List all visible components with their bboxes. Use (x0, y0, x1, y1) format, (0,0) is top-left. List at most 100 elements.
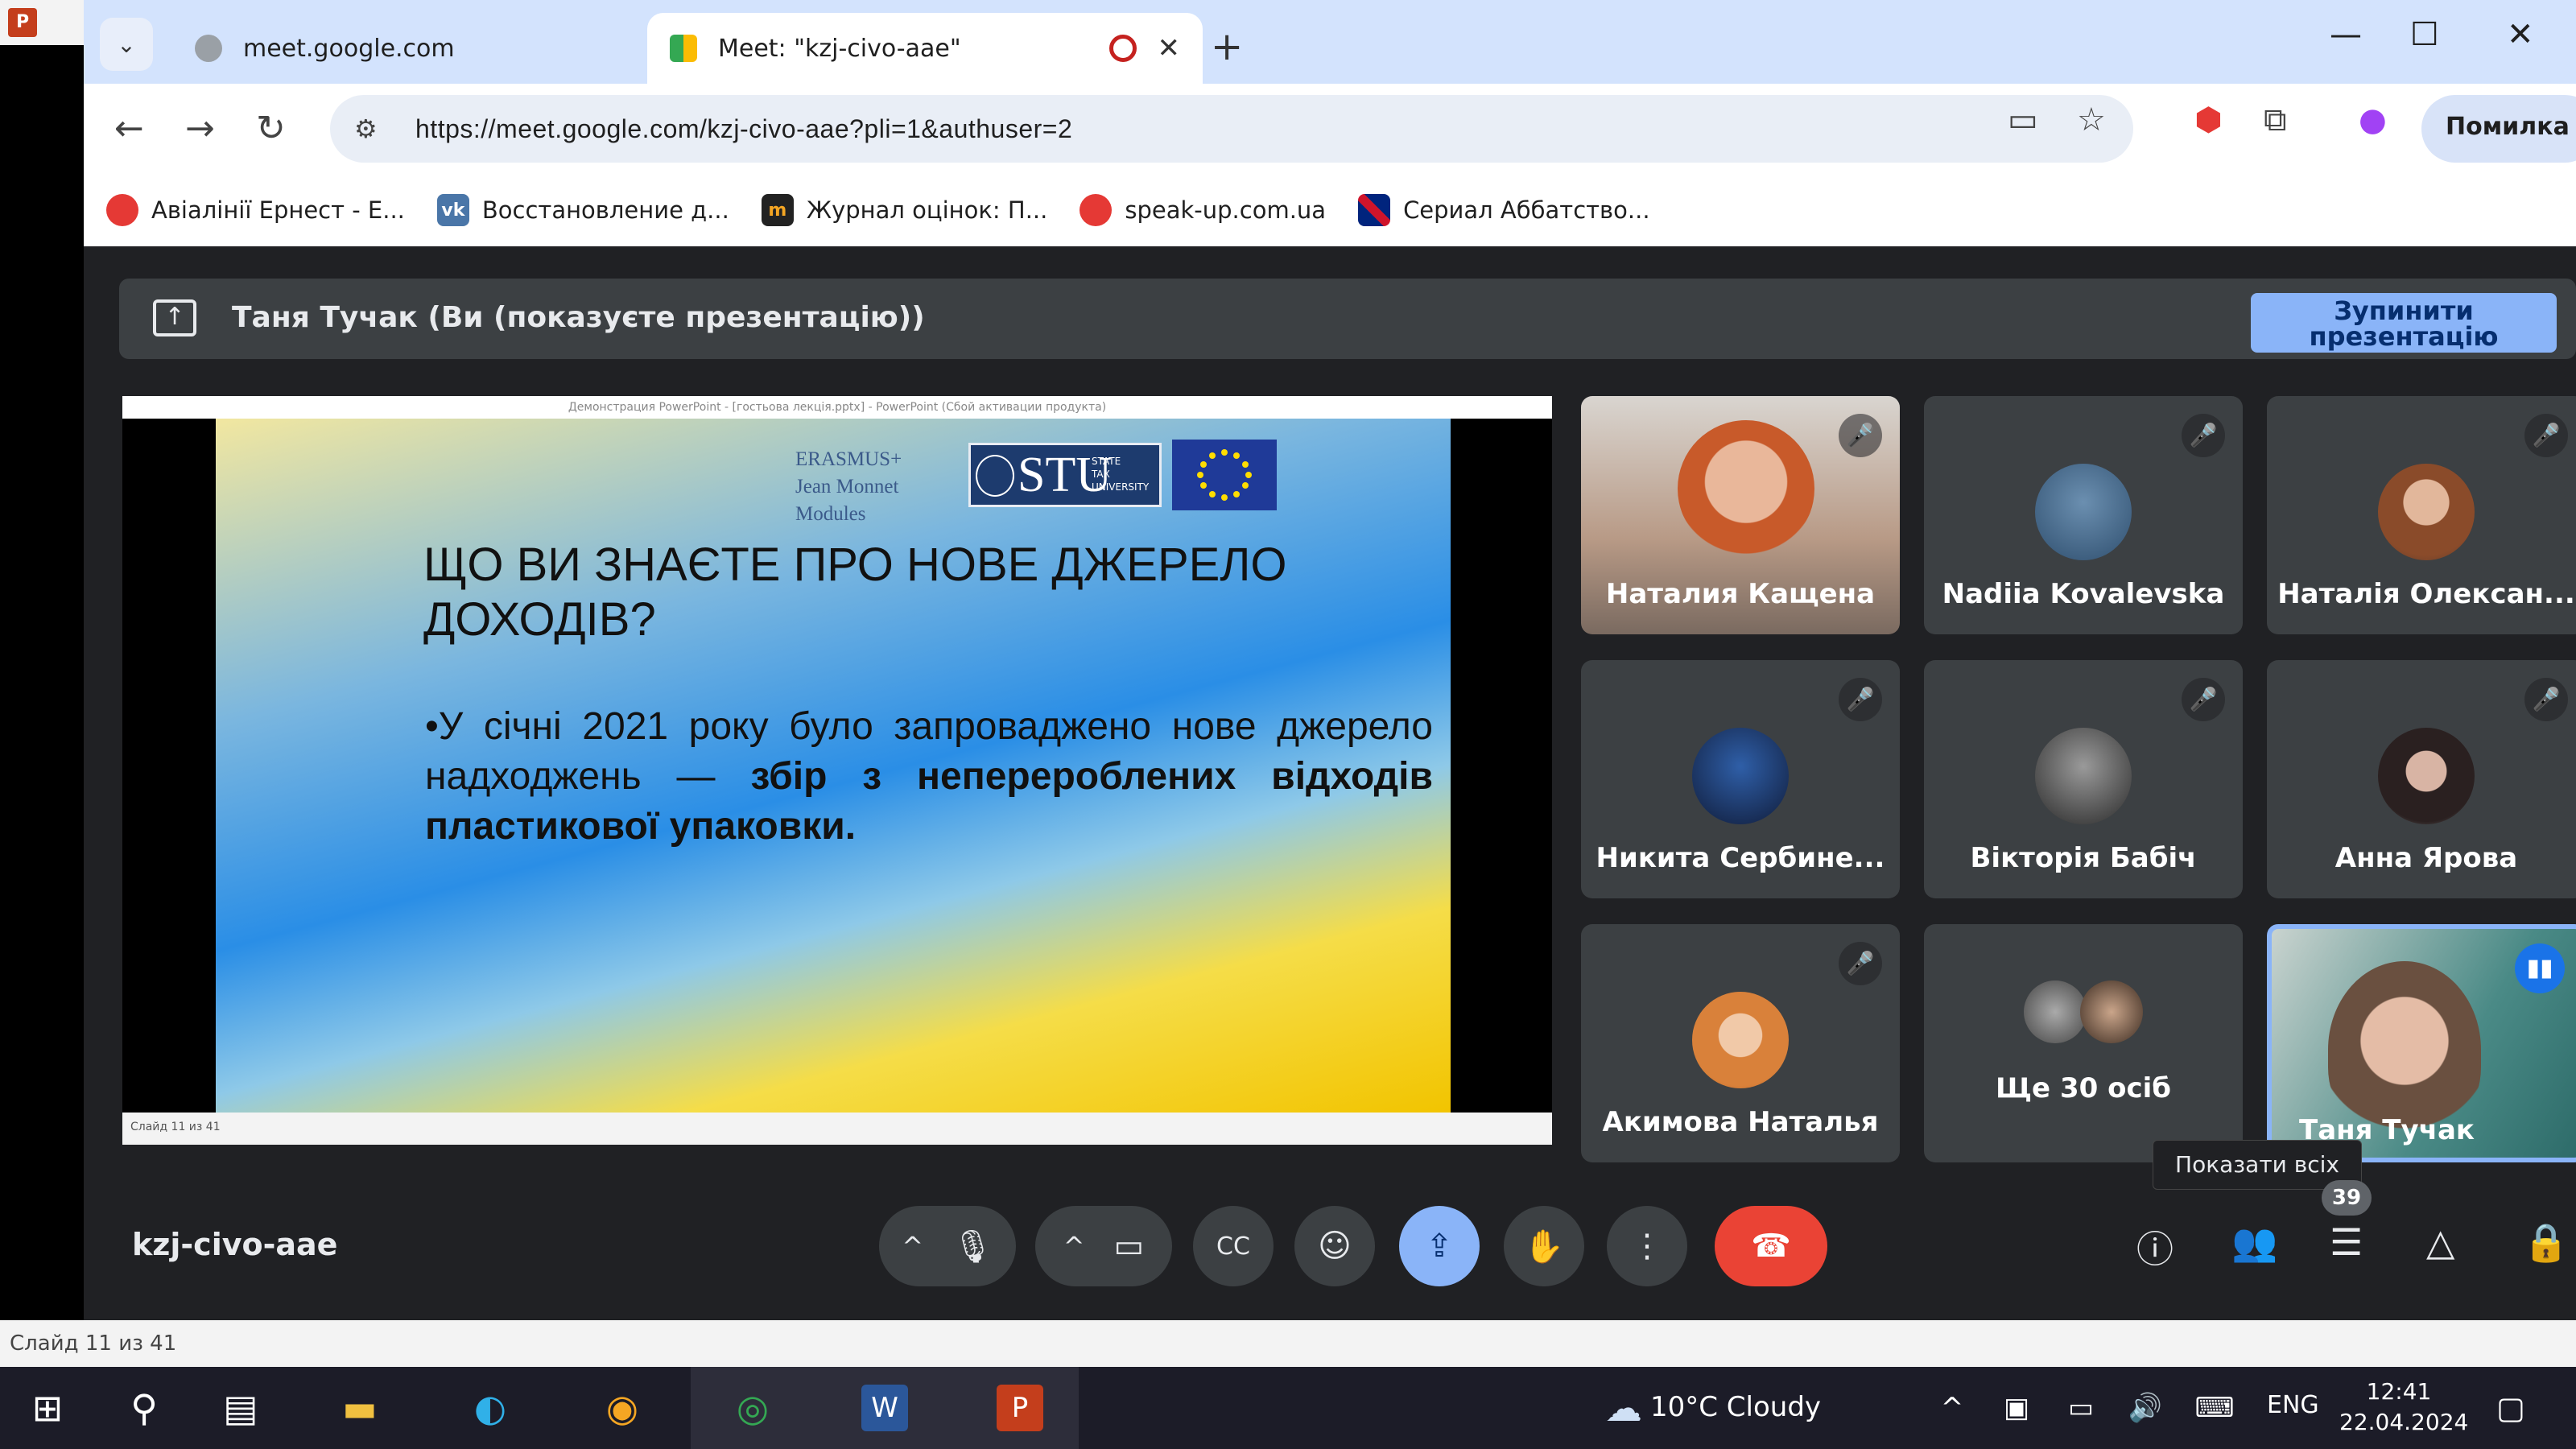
raise-hand-button[interactable]: ✋ (1504, 1206, 1584, 1286)
ppt-slide-status: Слайд 11 из 41 (122, 1113, 1552, 1145)
word-icon[interactable]: W (861, 1385, 908, 1431)
tab-meet-call[interactable]: Meet: "kzj-civo-aae" ✕ (647, 13, 1203, 84)
reactions-button[interactable]: ☺ (1294, 1206, 1375, 1286)
participant-tile[interactable]: 🎤 Анна Ярова (2267, 660, 2576, 898)
notifications-icon[interactable]: ▢ (2487, 1385, 2534, 1431)
background-window-strip (0, 0, 84, 1320)
language-indicator[interactable]: ENG (2267, 1391, 2319, 1419)
participant-tile[interactable]: 🎤 Nadiia Kovalevska (1924, 396, 2243, 634)
back-icon[interactable]: ← (114, 108, 144, 149)
presenting-banner: ↑ Таня Тучак (Ви (показуєте презентацію)… (119, 279, 2576, 359)
bookmarks-bar: Авіалінії Ернест - Е... vk Восстановление… (84, 174, 2576, 246)
stop-presenting-button[interactable]: Зупинити презентацію (2251, 293, 2557, 353)
stu-logo: STU STATE TAX UNIVERSITY (968, 443, 1162, 507)
maximize-icon[interactable]: ☐ (2410, 16, 2439, 53)
bookmark-star-icon[interactable]: ☆ (2077, 101, 2106, 138)
mic-off-icon: 🎤 (2182, 678, 2225, 721)
mic-off-icon: 🎤 (1839, 678, 1882, 721)
profile-avatar-icon[interactable]: ● (2359, 101, 2387, 138)
powerpoint-icon[interactable]: P (997, 1385, 1043, 1431)
participant-name: Акимова Наталья (1602, 1106, 1879, 1138)
tab-title: meet.google.com (243, 34, 455, 63)
video-feed (1678, 420, 1814, 557)
tab-meet-home[interactable]: meet.google.com ✕ (172, 13, 704, 84)
video-feed (2328, 961, 2481, 1138)
meeting-info-icon[interactable]: ⓘ (2136, 1220, 2174, 1274)
globe-icon (195, 35, 222, 62)
meet-now-icon[interactable]: ▣ (1993, 1385, 2040, 1431)
windows-start-icon[interactable]: ⊞ (24, 1385, 71, 1431)
meeting-code: kzj-civo-aae (132, 1227, 338, 1262)
meet-icon (670, 35, 697, 62)
host-controls-icon[interactable]: 🔒 (2523, 1220, 2569, 1265)
mic-icon[interactable]: 🎙 (952, 1228, 993, 1265)
toolbar: ← → ↻ ⚙ https://meet.google.com/kzj-civo… (84, 84, 2576, 174)
camera-icon[interactable]: ▭ (2008, 101, 2038, 138)
present-button[interactable]: ⇪ (1399, 1206, 1480, 1286)
chat-icon[interactable]: ☰ (2330, 1220, 2363, 1264)
chevron-up-icon[interactable]: ^ (1929, 1385, 1975, 1431)
participant-tile[interactable]: 🎤 Никита Сербине... (1581, 660, 1900, 898)
participant-name: Наталія Олексан... (2277, 578, 2575, 610)
participant-count-badge: 39 (2322, 1180, 2372, 1216)
chevron-up-icon[interactable]: ^ (1063, 1231, 1085, 1261)
more-options-button[interactable]: ⋮ (1607, 1206, 1687, 1286)
clock[interactable]: 12:41 22.04.2024 (2339, 1377, 2468, 1438)
eu-flag-icon (1172, 440, 1277, 510)
bookmark-item[interactable]: Сериал Аббатство... (1358, 194, 1650, 226)
windows-taskbar: ⊞ ⚲ ▤ ▬ ◐ ◉ ◎ W P ☁ 10°C Cloudy ^ ▣ ▭ 🔊 … (0, 1367, 2576, 1449)
stop-label-line1: Зупинити (2334, 295, 2474, 326)
avatar (2378, 728, 2475, 824)
battery-icon[interactable]: ▭ (2058, 1385, 2104, 1431)
forward-icon[interactable]: → (185, 108, 215, 149)
edge-icon[interactable]: ◐ (467, 1385, 514, 1431)
file-explorer-icon[interactable]: ▬ (336, 1385, 383, 1431)
bookmark-item[interactable]: vk Восстановление д... (436, 194, 729, 226)
bookmark-item[interactable]: m Журнал оцінок: П... (761, 194, 1047, 226)
site-settings-icon[interactable]: ⚙ (354, 114, 386, 144)
chevron-up-icon[interactable]: ^ (902, 1231, 923, 1261)
stop-extension-icon[interactable]: ⬢ (2194, 101, 2223, 138)
participant-tile[interactable]: 🎤 Вікторія Бабіч (1924, 660, 2243, 898)
participant-tile[interactable]: 🎤 Наталія Олексан... (2267, 396, 2576, 634)
extensions-icon[interactable]: ⧉ (2264, 101, 2287, 138)
browser-icon[interactable]: ◉ (599, 1385, 646, 1431)
chrome-icon[interactable]: ◎ (729, 1385, 776, 1431)
present-screen-icon: ↑ (153, 299, 196, 336)
hang-up-icon: ☎ (1751, 1228, 1791, 1265)
close-window-icon[interactable]: ✕ (2507, 16, 2534, 53)
address-bar[interactable]: ⚙ https://meet.google.com/kzj-civo-aae?p… (330, 95, 2133, 163)
leave-call-button[interactable]: ☎ (1715, 1206, 1827, 1286)
minimize-icon[interactable]: — (2330, 16, 2362, 53)
presenting-text: Таня Тучак (Ви (показуєте презентацію)) (232, 301, 925, 334)
tab-search-button[interactable]: ⌄ (100, 18, 153, 71)
new-tab-button[interactable]: + (1211, 24, 1243, 69)
mic-control[interactable]: ^ 🎙 (879, 1206, 1016, 1286)
avatar (2080, 980, 2143, 1043)
avatar (1692, 992, 1789, 1088)
self-tile[interactable]: ▮▮ Таня Тучак (2267, 924, 2576, 1162)
camera-control[interactable]: ^ ▭ (1035, 1206, 1172, 1286)
volume-icon[interactable]: 🔊 (2122, 1385, 2169, 1431)
journal-icon: m (761, 194, 794, 226)
tab-title: Meet: "kzj-civo-aae" (718, 34, 961, 63)
task-view-icon[interactable]: ▤ (217, 1385, 264, 1431)
close-icon[interactable]: ✕ (1158, 32, 1181, 64)
more-participants-tile[interactable]: Ще 30 осіб (1924, 924, 2243, 1162)
weather-text[interactable]: 10°C Cloudy (1650, 1391, 1821, 1423)
reload-icon[interactable]: ↻ (256, 108, 286, 149)
participant-name: Nadiia Kovalevska (1942, 578, 2225, 610)
bookmark-item[interactable]: Авіалінії Ернест - Е... (106, 194, 405, 226)
bookmark-favicon (106, 194, 138, 226)
people-icon[interactable]: 👥 (2231, 1220, 2277, 1265)
error-button[interactable]: Помилка (2421, 95, 2576, 163)
search-icon[interactable]: ⚲ (121, 1385, 167, 1431)
keyboard-icon[interactable]: ⌨ (2191, 1385, 2238, 1431)
participant-tile[interactable]: 🎤 Акимова Наталья (1581, 924, 1900, 1162)
participant-tile[interactable]: 🎤 Наталия Кащена (1581, 396, 1900, 634)
activities-icon[interactable]: △ (2426, 1220, 2454, 1264)
camera-icon[interactable]: ▭ (1114, 1228, 1145, 1265)
captions-button[interactable]: CC (1193, 1206, 1274, 1286)
bookmark-item[interactable]: speak-up.com.ua (1080, 194, 1326, 226)
emoji-icon: ☺ (1318, 1228, 1352, 1265)
